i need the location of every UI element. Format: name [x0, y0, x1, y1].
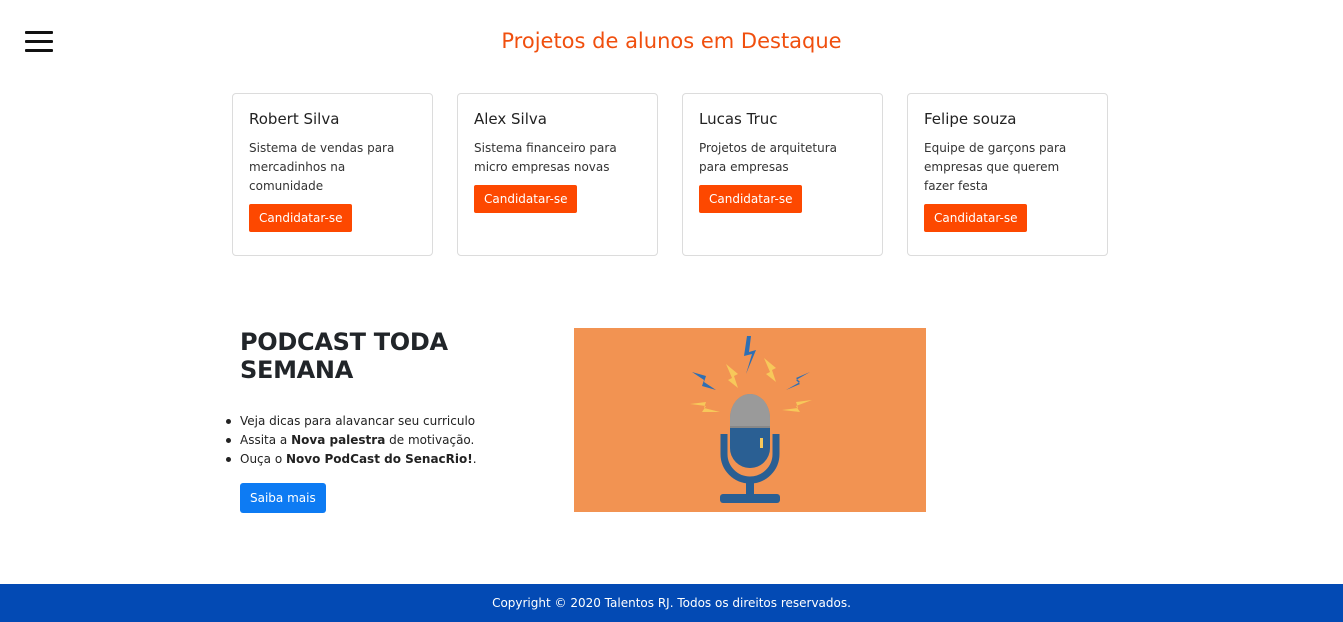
card-title: Alex Silva	[474, 110, 547, 128]
apply-button[interactable]: Candidatar-se	[474, 185, 578, 213]
podcast-title: PODCAST TODA SEMANA	[240, 328, 448, 384]
footer: Copyright © 2020 Talentos RJ. Todos os d…	[0, 584, 1343, 622]
podcast-image	[574, 328, 926, 512]
apply-button[interactable]: Candidatar-se	[249, 204, 353, 232]
list-item-text: Veja dicas para alavancar seu curriculo	[240, 414, 476, 428]
card-title: Felipe souza	[924, 110, 1017, 128]
project-card: Alex Silva Sistema financeiro para micro…	[457, 93, 658, 256]
section-title: Projetos de alunos em Destaque	[501, 29, 842, 53]
card-title: Lucas Truc	[699, 110, 778, 128]
list-item-highlight: Novo PodCast do SenacRio!	[285, 452, 473, 466]
apply-button[interactable]: Candidatar-se	[699, 185, 803, 213]
project-cards: Robert Silva Sistema de vendas para merc…	[232, 93, 1108, 256]
apply-button[interactable]: Candidatar-se	[924, 204, 1028, 232]
mic-head-icon	[730, 394, 770, 468]
card-description: Projetos de arquitetura para empresas	[699, 141, 837, 174]
podcast-section: PODCAST TODA SEMANA Veja dicas para alav…	[226, 328, 560, 513]
project-card: Robert Silva Sistema de vendas para merc…	[232, 93, 433, 256]
list-item-text: Assita a	[240, 433, 292, 447]
card-description: Sistema de vendas para mercadinhos na co…	[249, 141, 395, 193]
card-title: Robert Silva	[249, 110, 340, 128]
project-card: Felipe souza Equipe de garçons para empr…	[907, 93, 1108, 256]
learn-more-button[interactable]: Saiba mais	[240, 483, 326, 513]
project-card: Lucas Truc Projetos de arquitetura para …	[682, 93, 883, 256]
card-description: Equipe de garçons para empresas que quer…	[924, 141, 1067, 193]
list-item: Ouça o Novo PodCast do SenacRio!.	[226, 450, 560, 469]
list-item: Veja dicas para alavancar seu curriculo	[226, 412, 560, 431]
list-item-text: Ouça o	[240, 452, 286, 466]
list-item-text: de motivação.	[385, 433, 475, 447]
list-item-highlight: Nova palestra	[291, 433, 386, 447]
copyright-text: Copyright © 2020 Talentos RJ. Todos os d…	[492, 596, 851, 610]
list-item-text: .	[472, 452, 477, 466]
podcast-list: Veja dicas para alavancar seu curriculo …	[226, 412, 560, 469]
card-description: Sistema financeiro para micro empresas n…	[474, 141, 617, 174]
list-item: Assita a Nova palestra de motivação.	[226, 431, 560, 450]
microphone-icon	[690, 336, 812, 503]
